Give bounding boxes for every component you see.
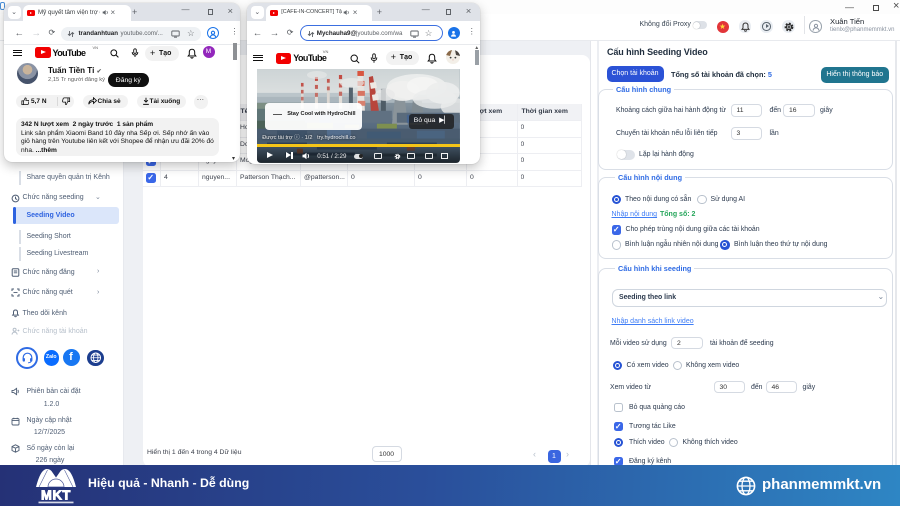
svg-text:MKT: MKT xyxy=(41,487,71,502)
